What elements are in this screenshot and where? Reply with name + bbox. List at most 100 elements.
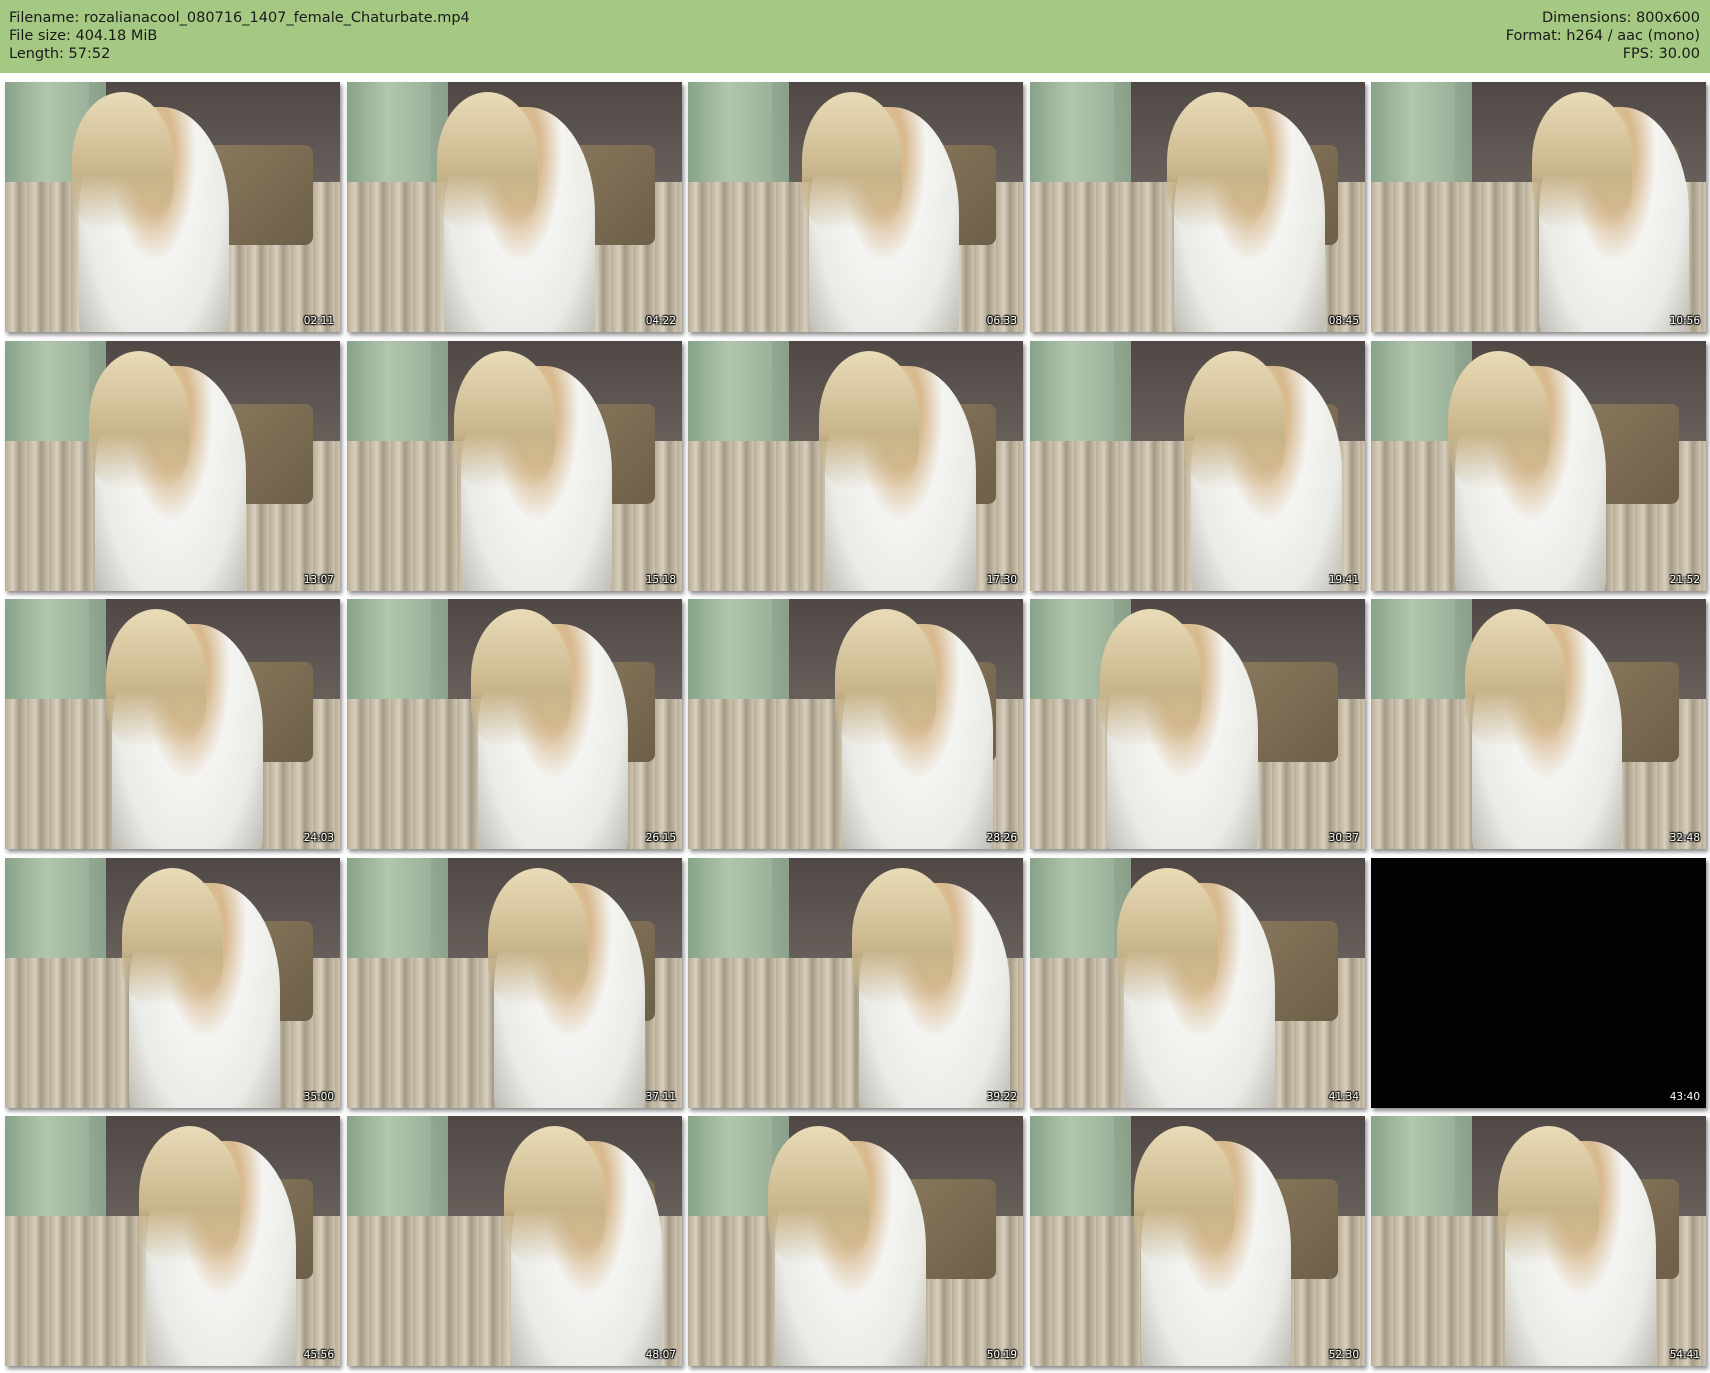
frame-hair	[504, 1126, 605, 1264]
video-thumbnail: 08:45	[1030, 82, 1365, 332]
frame-hair	[470, 609, 572, 747]
thumbnail-timestamp: 21:52	[1669, 574, 1700, 586]
video-thumbnail: 35:00	[5, 858, 340, 1108]
video-thumbnail: 30:37	[1030, 599, 1365, 849]
video-thumbnail: 48:07	[347, 1116, 682, 1366]
video-thumbnail: 15:18	[347, 341, 682, 591]
frame-hair	[1100, 609, 1201, 747]
thumbnail-timestamp: 10:56	[1669, 315, 1700, 327]
video-thumbnail: 02:11	[5, 82, 340, 332]
video-thumbnail: 54:41	[1371, 1116, 1706, 1366]
thumbnail-frame	[688, 82, 1023, 332]
thumbnail-timestamp: 04:22	[645, 315, 676, 327]
video-thumbnail: 24:03	[5, 599, 340, 849]
video-thumbnail: 43:40	[1371, 858, 1706, 1108]
thumbnail-frame	[347, 858, 682, 1108]
thumbnail-timestamp: 30:37	[1328, 832, 1359, 844]
video-thumbnail: 17:30	[688, 341, 1023, 591]
video-thumbnail: 06:33	[688, 82, 1023, 332]
thumbnail-frame	[688, 1116, 1023, 1366]
thumbnail-frame	[5, 82, 340, 332]
info-header: Filename: rozalianacool_080716_1407_fema…	[0, 0, 1710, 73]
thumbnail-timestamp: 41:34	[1328, 1091, 1359, 1103]
thumbnail-frame	[1371, 82, 1706, 332]
frame-hair	[768, 1126, 869, 1264]
video-thumbnail: 04:22	[347, 82, 682, 332]
video-thumbnail: 37:11	[347, 858, 682, 1108]
video-thumbnail: 10:56	[1371, 82, 1706, 332]
thumbnail-frame	[688, 858, 1023, 1108]
thumbnail-timestamp: 28:26	[986, 832, 1017, 844]
video-thumbnail: 32:48	[1371, 599, 1706, 849]
frame-hair	[818, 351, 920, 489]
frame-hair	[801, 92, 903, 230]
thumbnail-timestamp: 15:18	[645, 574, 676, 586]
frame-hair	[1498, 1126, 1599, 1264]
thumbnail-frame	[1030, 82, 1365, 332]
thumbnail-frame	[5, 599, 340, 849]
info-left-column: Filename: rozalianacool_080716_1407_fema…	[9, 9, 470, 63]
video-thumbnail: 28:26	[688, 599, 1023, 849]
thumbnail-timestamp: 06:33	[986, 315, 1017, 327]
frame-hair	[88, 351, 190, 489]
frame-hair	[1448, 351, 1549, 489]
thumbnail-timestamp: 08:45	[1328, 315, 1359, 327]
thumbnail-timestamp: 48:07	[645, 1349, 676, 1361]
frame-hair	[1167, 92, 1268, 230]
frame-hair	[835, 609, 936, 747]
thumbnail-frame	[5, 858, 340, 1108]
format-label: Format: h264 / aac (mono)	[1505, 28, 1700, 44]
thumbnail-timestamp: 35:00	[303, 1091, 334, 1103]
frame-hair	[454, 351, 555, 489]
video-thumbnail: 50:19	[688, 1116, 1023, 1366]
thumbnail-frame	[1030, 858, 1365, 1108]
thumbnail-frame	[1371, 1116, 1706, 1366]
thumbnail-grid: 02:11 04:22 06:33 08:45 10:56 13:07 15:18 17:30…	[5, 82, 1706, 1372]
thumbnail-timestamp: 19:41	[1328, 574, 1359, 586]
filename-label: Filename: rozalianacool_080716_1407_fema…	[9, 10, 470, 26]
thumbnail-timestamp: 24:03	[303, 832, 334, 844]
frame-hair	[1117, 868, 1218, 1006]
frame-hair	[852, 868, 953, 1006]
frame-hair	[1184, 351, 1285, 489]
thumbnail-frame	[1030, 1116, 1365, 1366]
thumbnail-frame	[347, 1116, 682, 1366]
thumbnail-timestamp: 13:07	[303, 574, 334, 586]
thumbnail-timestamp: 37:11	[645, 1091, 676, 1103]
thumbnail-timestamp: 54:41	[1669, 1349, 1700, 1361]
info-right-column: Dimensions: 800x600 Format: h264 / aac (…	[1506, 9, 1700, 63]
thumbnail-frame	[1371, 341, 1706, 591]
video-thumbnail: 26:15	[347, 599, 682, 849]
thumbnail-timestamp: 26:15	[645, 832, 676, 844]
thumbnail-timestamp: 39:22	[986, 1091, 1017, 1103]
thumbnail-frame	[1371, 599, 1706, 849]
thumbnail-frame	[688, 341, 1023, 591]
video-thumbnail: 52:30	[1030, 1116, 1365, 1366]
frame-hair	[487, 868, 589, 1006]
fps-label: FPS: 30.00	[1622, 46, 1700, 62]
frame-hair	[1464, 609, 1566, 747]
thumbnail-timestamp: 17:30	[986, 574, 1017, 586]
dimensions-label: Dimensions: 800x600	[1541, 10, 1700, 26]
thumbnail-timestamp: 45:56	[303, 1349, 334, 1361]
video-thumbnail: 13:07	[5, 341, 340, 591]
thumbnail-timestamp: 50:19	[986, 1349, 1017, 1361]
filesize-label: File size: 404.18 MiB	[9, 28, 158, 44]
frame-hair	[139, 1126, 240, 1264]
video-thumbnail: 45:56	[5, 1116, 340, 1366]
video-thumbnail: 39:22	[688, 858, 1023, 1108]
thumbnail-frame	[1030, 341, 1365, 591]
thumbnail-frame	[347, 82, 682, 332]
thumbnail-frame	[1371, 858, 1706, 1108]
frame-hair	[72, 92, 173, 230]
frame-hair	[1531, 92, 1633, 230]
thumbnail-frame	[688, 599, 1023, 849]
video-thumbnail: 19:41	[1030, 341, 1365, 591]
thumbnail-timestamp: 52:30	[1328, 1349, 1359, 1361]
frame-hair	[122, 868, 223, 1006]
thumbnail-frame	[5, 341, 340, 591]
thumbnail-timestamp: 43:40	[1669, 1091, 1700, 1103]
thumbnail-frame	[347, 599, 682, 849]
thumbnail-frame	[5, 1116, 340, 1366]
frame-hair	[437, 92, 538, 230]
